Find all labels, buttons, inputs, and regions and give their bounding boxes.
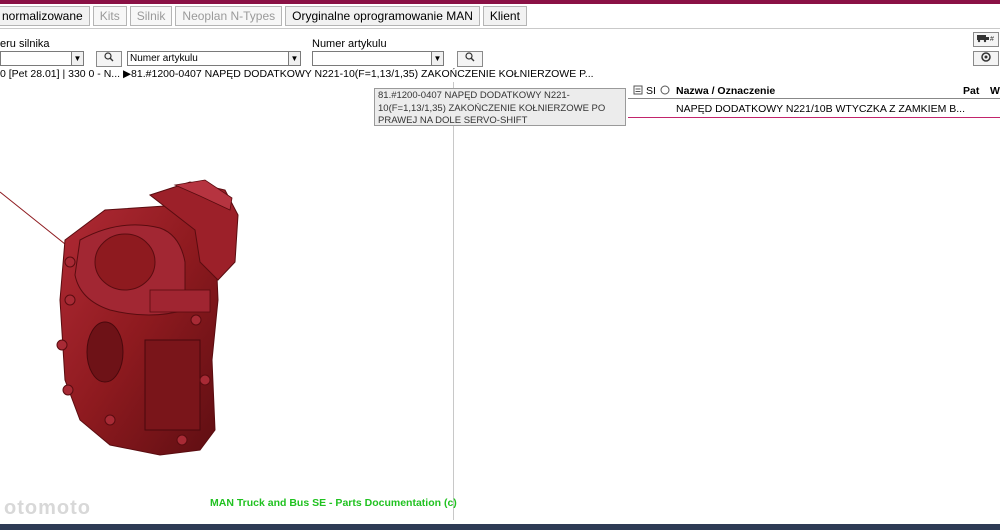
table-row[interactable]: NAPĘD DODATKOWY N221/10B WTYCZKA Z ZAMKI… (628, 101, 1000, 118)
tab-kits[interactable]: Kits (92, 6, 127, 26)
auxiliary-drive-part (56, 179, 239, 456)
link-icon (660, 85, 670, 95)
column-name[interactable]: Nazwa / Oznaczenie (676, 85, 775, 97)
article-search-button[interactable] (457, 51, 483, 67)
tab-bar: normalizowane Kits Silnik Neoplan N-Type… (0, 6, 527, 26)
tab-normalizowane[interactable]: normalizowane (0, 6, 90, 26)
article-number-input[interactable]: ▼ (312, 51, 444, 66)
svg-text:#: # (990, 36, 994, 43)
article-number-combo[interactable]: Numer artykulu ▼ (127, 51, 301, 66)
part-tooltip: 81.#1200-0407 NAPĘD DODATKOWY N221-10(F=… (374, 88, 626, 126)
list-icon (633, 85, 643, 95)
wheel-icon (981, 52, 991, 62)
magnifier-icon (465, 52, 475, 62)
column-pat[interactable]: Pat (963, 85, 979, 97)
tab-man-software[interactable]: Oryginalne oprogramowanie MAN (285, 6, 480, 26)
part-drawing-pane[interactable] (0, 80, 453, 520)
brand-top-bar (0, 0, 1000, 4)
engine-number-label: eru silnika (0, 38, 50, 50)
engine-search-button[interactable] (96, 51, 122, 67)
table-header-icons[interactable] (633, 85, 643, 98)
article-combo-value: Numer artykulu (130, 53, 198, 64)
truck-grid-button[interactable]: # (973, 32, 999, 47)
chevron-down-icon[interactable]: ▼ (431, 52, 443, 65)
breadcrumb: 0 [Pet 28.01] | 330 0 - N... ▶81.#1200-0… (0, 68, 594, 80)
copyright-credit: MAN Truck and Bus SE - Parts Documentati… (210, 497, 457, 509)
chevron-down-icon[interactable]: ▼ (288, 52, 300, 65)
article-number-label: Numer artykulu (312, 38, 387, 50)
watermark-logo: otomoto (4, 497, 91, 519)
breadcrumb-selected-part[interactable]: ▶81.#1200-0407 NAPĘD DODATKOWY N221-10(F… (123, 68, 594, 80)
bottom-bar (0, 524, 1000, 530)
wheel-button[interactable] (973, 51, 999, 66)
column-si[interactable]: SI (646, 85, 656, 97)
chevron-down-icon[interactable]: ▼ (71, 52, 83, 65)
column-icon[interactable] (660, 85, 670, 98)
parts-table-header: SI Nazwa / Oznaczenie Pat W (628, 85, 1000, 99)
pane-divider[interactable] (453, 82, 454, 520)
engine-number-combo[interactable]: ▼ (0, 51, 84, 66)
row-name: NAPĘD DODATKOWY N221/10B WTYCZKA Z ZAMKI… (676, 103, 966, 115)
truck-grid-icon: # (977, 35, 994, 43)
header-divider (0, 28, 1000, 29)
tab-silnik[interactable]: Silnik (129, 6, 173, 26)
tab-neoplan[interactable]: Neoplan N-Types (175, 6, 283, 26)
breadcrumb-segments[interactable]: 0 [Pet 28.01] | 330 0 - N... (0, 68, 120, 80)
tab-klient[interactable]: Klient (482, 6, 527, 26)
part-3d-drawing[interactable] (0, 80, 453, 520)
magnifier-icon (104, 52, 114, 62)
column-w[interactable]: W (990, 85, 1000, 97)
